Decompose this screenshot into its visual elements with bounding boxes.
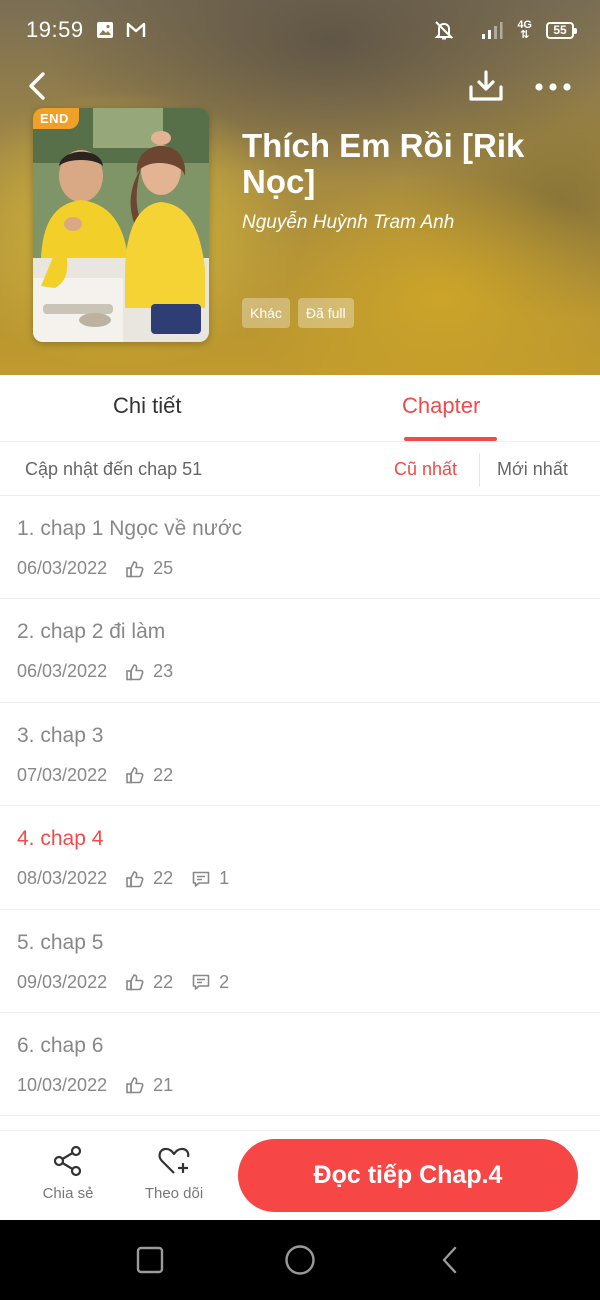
status-bar: 19:59 4G ⇅ 55 — [0, 0, 600, 60]
chapter-date: 07/03/2022 — [17, 764, 108, 785]
network-label: 4G ⇅ — [517, 19, 532, 41]
book-cover[interactable]: END — [33, 108, 209, 342]
comment-count: 1 — [219, 868, 230, 889]
chapter-date: 08/03/2022 — [17, 868, 108, 889]
heart-plus-icon — [158, 1147, 190, 1174]
chapter-title: 6. chap 6 — [17, 1033, 104, 1057]
chapter-meta: 09/03/2022 22 2 — [17, 972, 247, 993]
thumbs-up-icon — [125, 869, 145, 889]
mute-bell-icon — [433, 19, 455, 41]
home-button[interactable] — [280, 1240, 320, 1280]
chapter-date: 09/03/2022 — [17, 971, 108, 992]
status-time: 19:59 — [26, 17, 84, 42]
chapter-row[interactable]: 1. chap 1 Ngọc về nước 06/03/2022 25 — [0, 496, 600, 600]
more-dots-icon — [535, 83, 571, 91]
chapter-row[interactable]: 5. chap 5 09/03/2022 22 2 — [0, 910, 600, 1013]
chapter-title: 5. chap 5 — [17, 930, 104, 954]
like-count: 23 — [153, 661, 174, 682]
signal-icon — [481, 20, 503, 40]
chapter-title: 1. chap 1 Ngọc về nước — [17, 517, 243, 540]
like-count: 25 — [153, 558, 174, 578]
thumbs-up-icon — [125, 559, 145, 579]
sort-bar: Cập nhật đến chap 51 Cũ nhất Mới nhất — [0, 443, 600, 496]
tag-list: Khác Đã full — [242, 298, 354, 328]
system-back-button[interactable] — [430, 1240, 470, 1280]
tag-genre[interactable]: Khác — [242, 298, 290, 328]
top-nav — [0, 62, 600, 112]
tab-bar: Chi tiết Chapter — [0, 375, 600, 442]
share-icon — [53, 1145, 82, 1177]
recent-apps-button[interactable] — [130, 1240, 170, 1280]
update-info: Cập nhật đến chap 51 — [25, 459, 203, 479]
battery-icon: 55 — [546, 21, 577, 39]
like-count: 21 — [153, 1074, 174, 1095]
tab-chapter[interactable]: Chapter — [402, 393, 480, 419]
chapter-meta: 06/03/2022 25 — [17, 558, 191, 579]
follow-label: Theo dõi — [144, 1185, 204, 1202]
sort-divider — [479, 453, 480, 487]
chapter-row[interactable]: 6. chap 6 10/03/2022 21 — [0, 1013, 600, 1117]
tab-details[interactable]: Chi tiết — [113, 393, 181, 419]
thumbs-up-icon — [125, 765, 145, 785]
comment-icon — [191, 972, 211, 992]
more-options-button[interactable] — [532, 72, 574, 102]
book-header: 19:59 4G ⇅ 55 END Thích Em Rồi [Rik Nọc]… — [0, 0, 600, 375]
chapter-title: 2. chap 2 đi làm — [17, 620, 166, 644]
continue-reading-button[interactable]: Đọc tiếp Chap.4 — [238, 1139, 578, 1212]
chapter-date: 06/03/2022 — [17, 558, 108, 578]
follow-button[interactable]: Theo dõi — [136, 1145, 212, 1209]
cover-image — [33, 108, 209, 342]
active-tab-indicator — [404, 437, 497, 441]
thumbs-up-icon — [125, 662, 145, 682]
chapter-meta: 08/03/2022 22 1 — [17, 868, 247, 889]
back-arrow-icon — [29, 72, 45, 100]
chapter-title: 3. chap 3 — [17, 723, 104, 747]
chapter-title: 4. chap 4 — [17, 827, 104, 851]
sort-newest-button[interactable]: Mới nhất — [497, 459, 568, 480]
end-badge: END — [33, 108, 79, 129]
system-nav-bar — [0, 1220, 600, 1300]
book-author[interactable]: Nguyễn Huỳnh Tram Anh — [242, 212, 582, 234]
back-button[interactable] — [22, 68, 52, 104]
triangle-back-icon — [442, 1246, 457, 1274]
chapter-row[interactable]: 4. chap 4 08/03/2022 22 1 — [0, 806, 600, 910]
book-title: Thích Em Rồi [Rik Nọc] — [242, 127, 525, 200]
square-icon — [136, 1246, 164, 1274]
circle-icon — [285, 1245, 315, 1275]
chapter-meta: 06/03/2022 23 — [17, 661, 191, 682]
tag-status[interactable]: Đã full — [297, 298, 354, 328]
chapter-date: 06/03/2022 — [17, 661, 108, 682]
sort-oldest-button[interactable]: Cũ nhất — [394, 459, 457, 480]
chapter-row[interactable]: 3. chap 3 07/03/2022 22 — [0, 703, 600, 807]
chapter-meta: 07/03/2022 22 — [17, 765, 191, 786]
like-count: 22 — [153, 764, 174, 785]
thumbs-up-icon — [125, 972, 145, 992]
share-label: Chia sẻ — [42, 1185, 94, 1202]
like-count: 22 — [153, 868, 174, 889]
download-button[interactable] — [466, 66, 506, 106]
chapter-date: 10/03/2022 — [17, 1074, 108, 1095]
like-count: 22 — [153, 971, 174, 992]
comment-count: 2 — [219, 971, 230, 992]
chapter-meta: 10/03/2022 21 — [17, 1075, 191, 1096]
chapter-list: 1. chap 1 Ngọc về nước 06/03/2022 25 2. cha… — [0, 496, 600, 1117]
image-icon — [96, 21, 114, 39]
chapter-row[interactable]: 2. chap 2 đi làm 06/03/2022 23 — [0, 599, 600, 703]
thumbs-up-icon — [125, 1075, 145, 1095]
share-button[interactable]: Chia sẻ — [30, 1145, 106, 1209]
download-icon — [469, 70, 503, 101]
bottom-action-bar: Chia sẻ Theo dõi Đọc tiếp Chap.4 — [0, 1130, 600, 1220]
comment-icon — [191, 869, 211, 889]
gmail-icon — [126, 22, 146, 38]
